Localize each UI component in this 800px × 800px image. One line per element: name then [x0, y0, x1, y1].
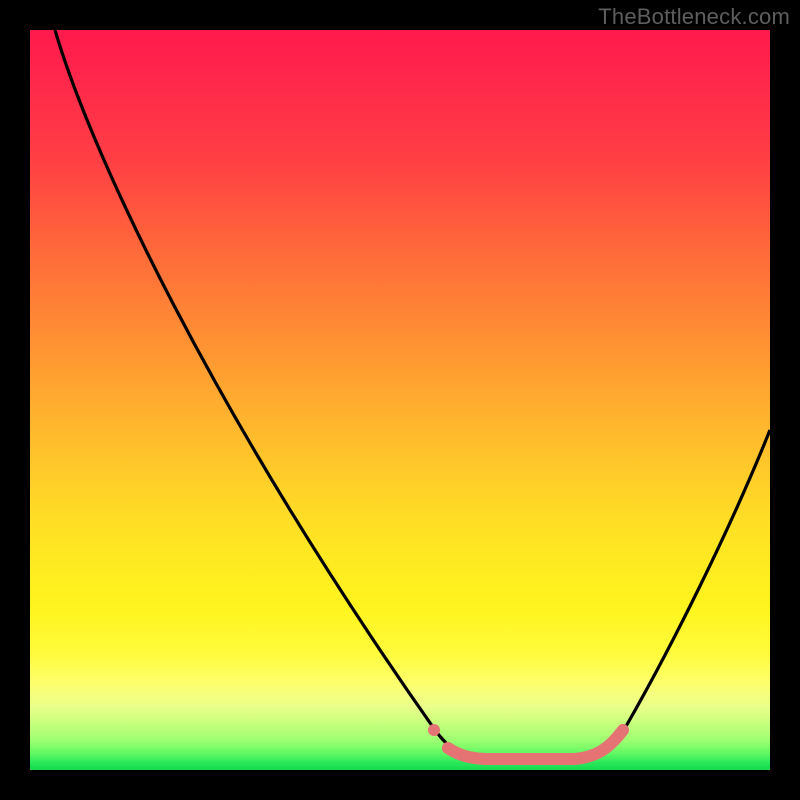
valley-highlight: [448, 730, 623, 759]
bottleneck-curve: [55, 30, 770, 758]
watermark-label: TheBottleneck.com: [598, 4, 790, 30]
figure-root: TheBottleneck.com: [0, 0, 800, 800]
curve-layer: [30, 30, 770, 770]
valley-dot: [428, 724, 440, 736]
plot-area: [30, 30, 770, 770]
